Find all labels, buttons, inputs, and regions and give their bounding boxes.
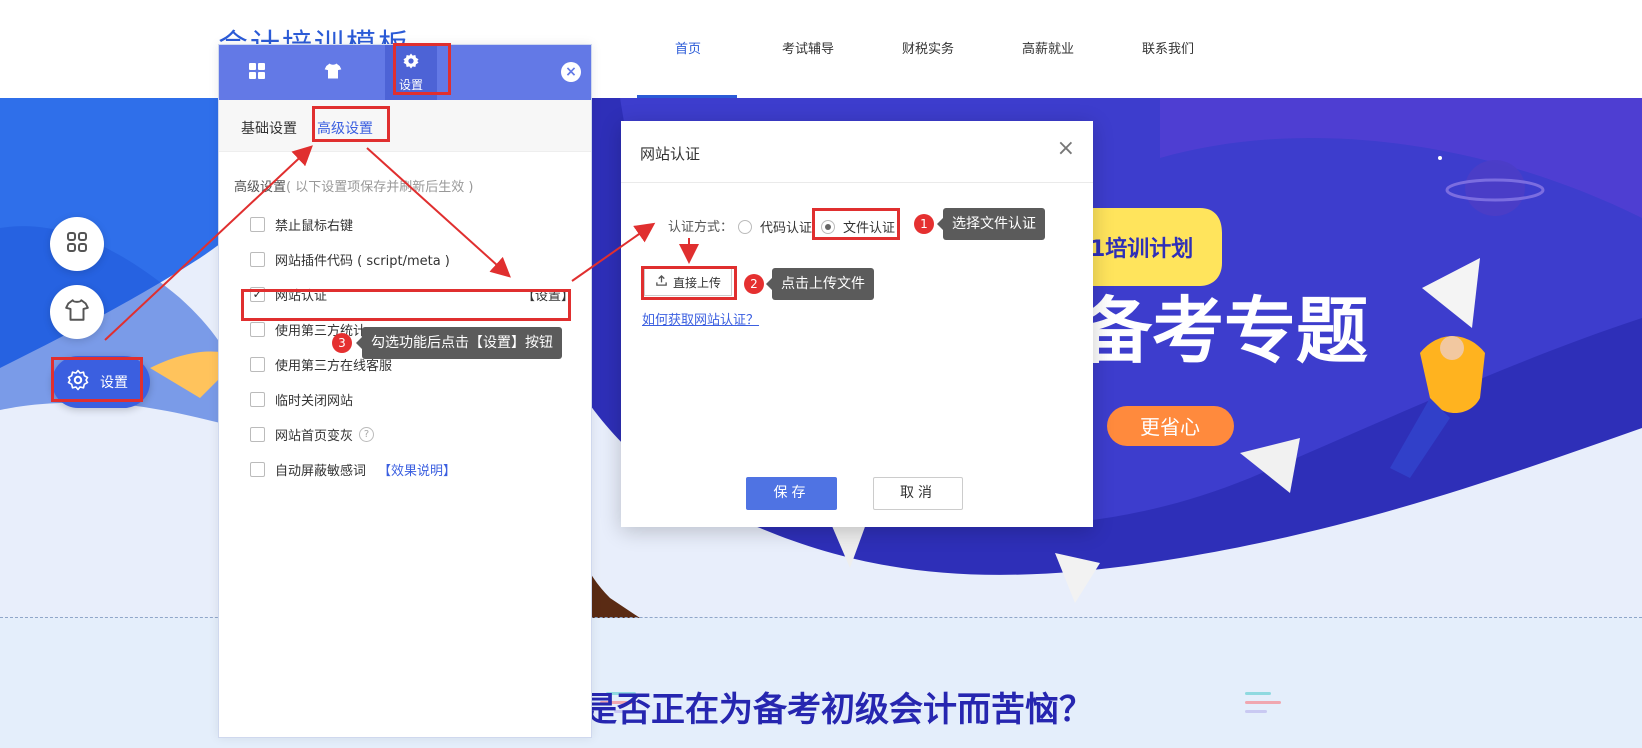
gear-icon [66,368,90,396]
dock-apps-button[interactable] [50,217,104,271]
option-site-verification[interactable]: ✓ 网站认证 【设置】 [250,284,574,304]
checkbox[interactable] [250,251,265,267]
option-close-site[interactable]: 临时关闭网站 [250,389,353,409]
auth-method-label: 认证方式： [668,220,734,235]
banner-plan-text: 1培训计划 [1090,236,1193,262]
gear-icon [402,52,420,73]
panel-close-button[interactable]: × [561,62,581,82]
how-to-get-verification-link[interactable]: 如何获取网站认证？ [642,309,759,328]
tshirt-icon [64,297,90,327]
option-plugin-code[interactable]: 网站插件代码 ( script/meta ) [250,249,450,269]
nav-employment[interactable]: 高薪就业 [988,38,1108,57]
close-icon[interactable]: × [1057,138,1075,160]
checkbox[interactable] [250,391,265,407]
effect-description-link[interactable]: 【效果说明】 [378,460,456,479]
apps-icon [248,62,266,83]
option-disable-right-click[interactable]: 禁止鼠标右键 [250,214,353,234]
advanced-heading-title: 高级设置 [234,180,287,195]
banner-pill: 更省心 [1140,415,1200,439]
direct-upload-button[interactable]: 直接上传 [644,268,732,296]
radio-file-verification[interactable]: 文件认证 [821,217,895,236]
checkbox[interactable] [250,216,265,232]
panel-subtabs: 基础设置 高级设置 [219,100,591,152]
panel-tab-apps[interactable] [227,45,287,100]
nav-home[interactable]: 首页 [628,38,748,57]
checkbox-checked[interactable]: ✓ [250,286,265,302]
step-3-tooltip: 勾选功能后点击【设置】按钮 [356,327,562,359]
step-3-badge: 3 [332,333,352,353]
step-2-badge: 2 [744,274,764,294]
dialog-divider [621,182,1093,183]
subtab-basic[interactable]: 基础设置 [241,118,297,138]
panel-tab-settings[interactable]: 设置 [385,45,437,100]
checkbox[interactable] [250,461,265,477]
option-label: 禁止鼠标右键 [275,218,354,234]
radio-label: 代码认证 [760,221,813,236]
settings-panel: 设置 × 基础设置 高级设置 高级设置( 以下设置项保存并刷新后生效 ) 禁止鼠… [218,44,592,738]
option-label: 网站插件代码 ( script/meta ) [275,253,450,269]
upload-label: 直接上传 [672,275,721,290]
option-label: 网站首页变灰 [275,428,354,444]
panel-toolbar: 设置 × [219,45,591,100]
dialog-title: 网站认证 [640,145,701,163]
radio-label: 文件认证 [843,221,896,236]
radio-code-verification[interactable]: 代码认证 [738,217,812,236]
save-button[interactable]: 保存 [746,477,837,510]
check-icon: ✓ [252,287,263,301]
upload-icon [655,274,668,290]
option-label: 自动屏蔽敏感词 [275,463,367,479]
dock-settings-button[interactable]: 设置 [52,356,150,408]
panel-tab-settings-label: 设置 [398,78,423,92]
title-decoration-right [1245,692,1285,719]
step-2-tooltip: 点击上传文件 [766,268,874,300]
dock-theme-button[interactable] [50,285,104,339]
site-verification-dialog: 网站认证 × 认证方式： 代码认证 文件认证 直接上传 如何获取网站认证？ 保存… [621,121,1093,527]
advanced-heading-note: ( 以下设置项保存并刷新后生效 ) [286,180,474,195]
step-1-tooltip: 选择文件认证 [937,208,1045,240]
option-label: 临时关闭网站 [275,393,354,409]
option-label: 网站认证 [275,288,328,304]
site-verification-settings-link[interactable]: 【设置】 [522,285,574,304]
banner-headline: 备考专题 [1080,289,1368,373]
step-1-badge: 1 [914,214,934,234]
tshirt-icon [323,61,343,84]
option-block-sensitive-words[interactable]: 自动屏蔽敏感词 【效果说明】 [250,459,456,479]
nav-tax-practice[interactable]: 财税实务 [868,38,988,57]
cancel-button[interactable]: 取消 [873,477,963,510]
panel-tab-theme[interactable] [303,45,363,100]
radio-button-selected[interactable] [821,219,835,234]
subtab-advanced[interactable]: 高级设置 [317,118,373,138]
apps-icon [65,230,89,258]
option-label: 使用第三方统计 [275,323,367,339]
help-icon[interactable]: ? [359,426,375,442]
advanced-heading: 高级设置( 以下设置项保存并刷新后生效 ) [234,176,473,195]
radio-button[interactable] [738,219,752,234]
checkbox[interactable] [250,321,265,337]
dock-settings-label: 设置 [100,375,128,391]
option-grayscale-home[interactable]: 网站首页变灰 ? [250,424,375,444]
nav-contact[interactable]: 联系我们 [1108,38,1228,57]
checkbox[interactable] [250,426,265,442]
checkbox[interactable] [250,356,265,372]
nav-exam-tutoring[interactable]: 考试辅导 [748,38,868,57]
